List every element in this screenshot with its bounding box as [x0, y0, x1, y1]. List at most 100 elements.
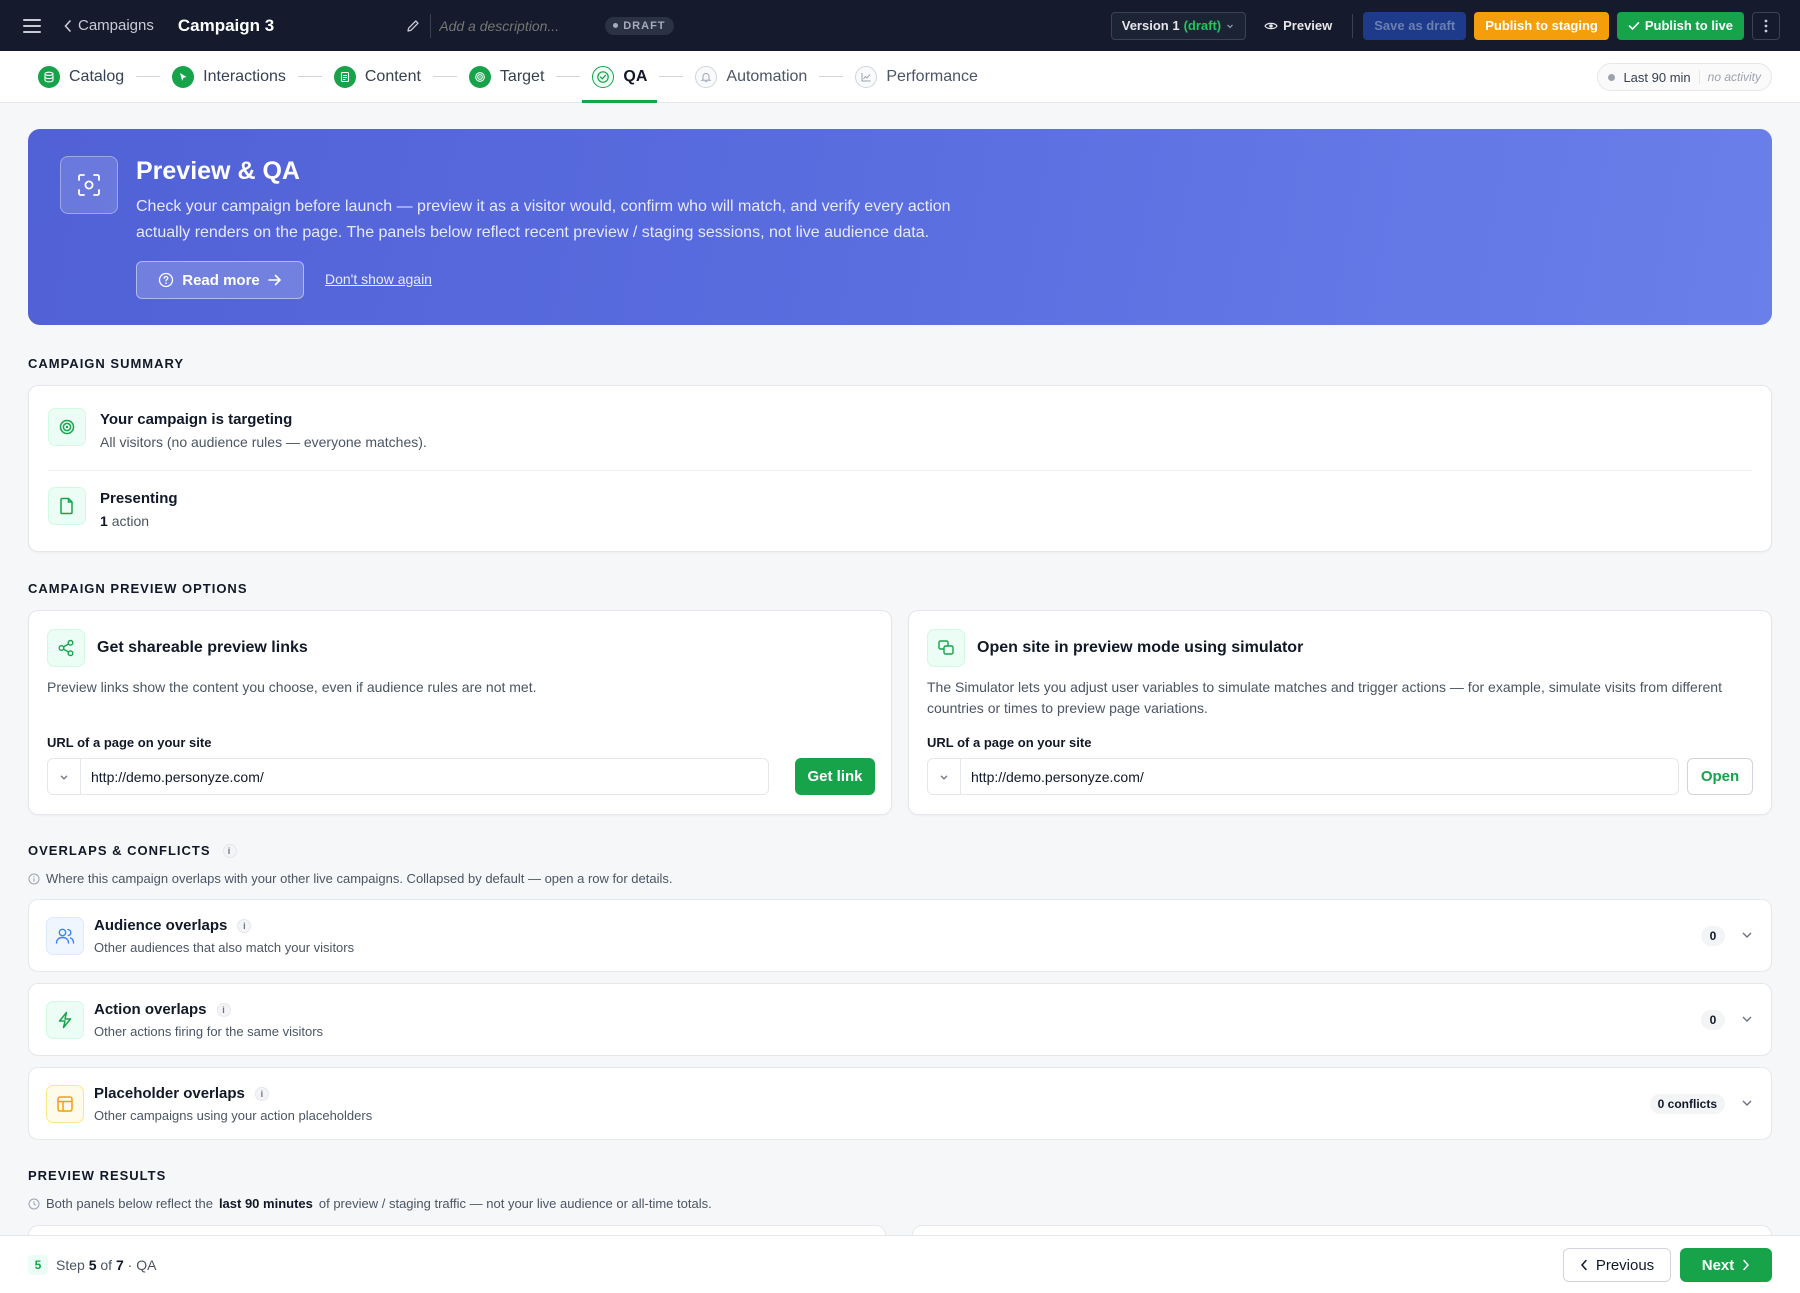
activity-range-pill[interactable]: Last 90 min no activity: [1597, 63, 1772, 91]
audience-overlaps-subtitle: Other audiences that also match your vis…: [94, 940, 355, 955]
info-icon[interactable]: i: [237, 918, 252, 933]
action-overlaps-row[interactable]: Action overlaps i Other actions firing f…: [28, 983, 1772, 1056]
step-name: · QA: [127, 1257, 157, 1273]
preview-button[interactable]: Preview: [1254, 12, 1342, 40]
target-icon: [48, 408, 86, 446]
status-dot: [613, 23, 619, 28]
publish-to-staging-button[interactable]: Publish to staging: [1474, 11, 1609, 40]
share-url-input[interactable]: [81, 759, 768, 794]
placeholder-overlaps-row[interactable]: Placeholder overlaps i Other campaigns u…: [28, 1067, 1772, 1140]
targeting-description: All visitors (no audience rules — everyo…: [100, 434, 427, 450]
step-automation[interactable]: Automation: [685, 51, 817, 102]
chevron-down-icon: [1225, 21, 1235, 31]
version-select[interactable]: Version 1 (draft): [1110, 11, 1247, 40]
eye-icon: [1264, 21, 1278, 31]
placeholder-overlaps-subtitle: Other campaigns using your action placeh…: [94, 1108, 373, 1123]
placeholder-overlaps-title: Placeholder overlaps: [94, 1085, 245, 1102]
version-state: (draft): [1183, 18, 1222, 33]
preview-results-heading: PREVIEW RESULTS: [28, 1168, 167, 1183]
previous-label: Previous: [1595, 1256, 1655, 1274]
save-as-draft-button[interactable]: Save as draft: [1363, 11, 1467, 40]
draft-label: DRAFT: [623, 19, 666, 32]
banner-title: Preview & QA: [136, 157, 300, 185]
campaign-summary-card: Your campaign is targeting All visitors …: [28, 385, 1772, 552]
chevron-down-icon: [939, 772, 949, 782]
info-icon[interactable]: i: [254, 1086, 269, 1101]
action-overlaps-subtitle: Other actions firing for the same visito…: [94, 1024, 324, 1039]
top-actions: Version 1 (draft) Preview Save as draft …: [1110, 11, 1780, 40]
open-simulator-button[interactable]: Open: [1687, 758, 1753, 795]
next-label: Next: [1701, 1256, 1735, 1274]
simulator-card-header: Open site in preview mode using simulato…: [927, 629, 1303, 667]
preview-label: Preview: [1283, 18, 1333, 33]
step-qa[interactable]: QA: [582, 51, 658, 103]
step-connector: [556, 76, 581, 77]
clock-icon: [28, 1198, 40, 1210]
action-overlaps-title: Action overlaps: [94, 1001, 207, 1018]
overlaps-hint-text: Where this campaign overlaps with your o…: [46, 871, 673, 886]
step-catalog[interactable]: Catalog: [28, 51, 134, 102]
banner-text: Check your campaign before launch — prev…: [136, 198, 951, 241]
info-icon[interactable]: i: [222, 843, 237, 858]
back-to-campaigns-link[interactable]: Campaigns: [64, 17, 154, 34]
pencil-icon[interactable]: [406, 19, 420, 33]
arrow-right-icon: [267, 274, 282, 286]
draft-badge: DRAFT: [605, 16, 674, 35]
info-icon[interactable]: i: [216, 1002, 231, 1017]
version-label: Version 1: [1121, 18, 1180, 33]
dont-show-again-link[interactable]: Don't show again: [325, 271, 432, 287]
url-history-dropdown[interactable]: [48, 759, 81, 794]
of-word: of: [100, 1257, 113, 1273]
menu-icon[interactable]: [20, 14, 44, 38]
step-number-badge: 5: [28, 1255, 48, 1275]
get-link-button[interactable]: Get link: [795, 758, 875, 795]
action-unit: action: [111, 513, 150, 529]
step-label: Performance: [886, 67, 978, 85]
chevron-left-icon: [1580, 1259, 1588, 1271]
step-interactions[interactable]: Interactions: [162, 51, 296, 102]
chevron-down-icon[interactable]: [1741, 1013, 1753, 1025]
share-card-title: Get shareable preview links: [97, 639, 308, 656]
step-performance[interactable]: Performance: [845, 51, 988, 102]
description-input[interactable]: [439, 17, 600, 34]
target-icon: [468, 65, 491, 88]
help-circle-icon: [158, 272, 174, 288]
step-label: Automation: [726, 67, 808, 85]
step-content[interactable]: Content: [324, 51, 431, 102]
shareable-links-card: Get shareable preview links Preview link…: [28, 610, 892, 815]
overlaps-hint: Where this campaign overlaps with your o…: [28, 871, 672, 886]
next-button[interactable]: Next: [1680, 1248, 1772, 1282]
targeting-row: Your campaign is targeting All visitors …: [48, 408, 427, 450]
step-label: Content: [364, 67, 421, 85]
row-title: Action overlaps i: [94, 1001, 231, 1018]
file-icon: [48, 487, 86, 525]
previous-button[interactable]: Previous: [1563, 1248, 1671, 1282]
step-target[interactable]: Target: [459, 51, 554, 102]
audience-overlaps-row[interactable]: Audience overlaps i Other audiences that…: [28, 899, 1772, 972]
more-options-icon[interactable]: [1752, 11, 1780, 40]
database-icon: [38, 65, 60, 88]
url-history-dropdown[interactable]: [928, 759, 961, 794]
current-step: 5: [88, 1257, 97, 1273]
status-dot: [1608, 73, 1616, 81]
chart-icon: [855, 65, 878, 88]
chevron-down-icon[interactable]: [1741, 929, 1753, 941]
campaign-title: Campaign 3: [177, 15, 275, 35]
back-label: Campaigns: [78, 17, 154, 34]
step-connector: [659, 76, 684, 77]
share-card-description: Preview links show the content you choos…: [47, 679, 537, 695]
row-title: Placeholder overlaps i: [94, 1085, 269, 1102]
presenting-title: Presenting: [100, 490, 178, 507]
simulator-url-input[interactable]: [961, 759, 1678, 794]
chevron-down-icon[interactable]: [1741, 1097, 1753, 1109]
overlaps-title: OVERLAPS & CONFLICTS: [28, 843, 211, 858]
presenting-row: Presenting 1 action: [48, 487, 178, 529]
presenting-count: 1 action: [100, 513, 178, 529]
publish-to-live-button[interactable]: Publish to live: [1616, 11, 1744, 40]
chevron-down-icon: [59, 772, 69, 782]
simulator-card-description: The Simulator lets you adjust user varia…: [927, 679, 1722, 716]
targeting-title: Your campaign is targeting: [100, 411, 293, 428]
chevron-right-icon: [1742, 1259, 1750, 1271]
scan-icon: [60, 156, 118, 214]
read-more-button[interactable]: Read more: [136, 261, 304, 299]
